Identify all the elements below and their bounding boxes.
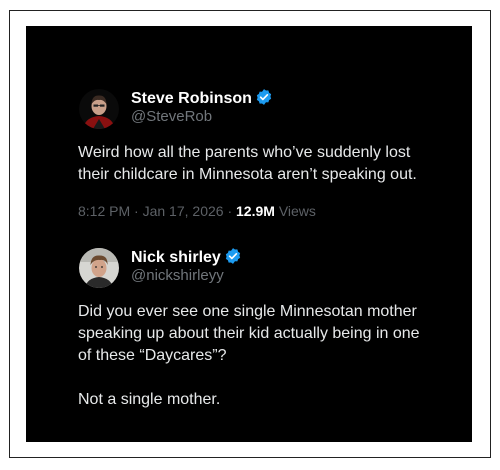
tweet2-text-line: Did you ever see one single Minnesotan m… [78,303,417,320]
tweet2-text-line: Not a single mother. [78,391,221,408]
profile-photo-icon [79,248,119,288]
views-label: Views [278,203,316,219]
meta-separator: · [227,203,233,219]
tweet-time[interactable]: 8:12 PM [78,203,130,219]
tweet1-text: Weird how all the parents who’ve suddenl… [78,142,468,186]
tweet2-text-line: of these “Daycares”? [78,347,227,364]
tweet1-text-line: their childcare in Minnesota aren’t spea… [78,166,417,183]
display-name-text: Steve Robinson [131,90,252,107]
steve-robinson-handle[interactable]: @SteveRob [131,108,212,126]
verified-badge-icon [255,88,273,111]
tweet1-text-line: Weird how all the parents who’ve suddenl… [78,144,411,161]
tweet-card: Steve Robinson @SteveRob Weird how all t… [26,26,472,442]
tweet-date[interactable]: Jan 17, 2026 [143,203,224,219]
tweet2-text-line: speaking up about their kid actually bei… [78,325,420,342]
nick-shirley-avatar[interactable] [79,248,119,288]
display-name-text: Nick shirley [131,249,221,266]
nick-shirley-handle[interactable]: @nickshirleyy [131,267,224,285]
meta-separator: · [134,203,139,219]
screenshot-frame: Steve Robinson @SteveRob Weird how all t… [9,10,491,458]
views-count: 12.9M [236,203,275,219]
tweet1-meta: 8:12 PM · Jan 17, 2026 · 12.9M Views [78,202,316,220]
verified-badge-icon [224,247,242,270]
steve-robinson-avatar[interactable] [79,89,119,129]
tweet2-text: Did you ever see one single Minnesotan m… [78,301,468,411]
profile-photo-icon [79,89,119,129]
